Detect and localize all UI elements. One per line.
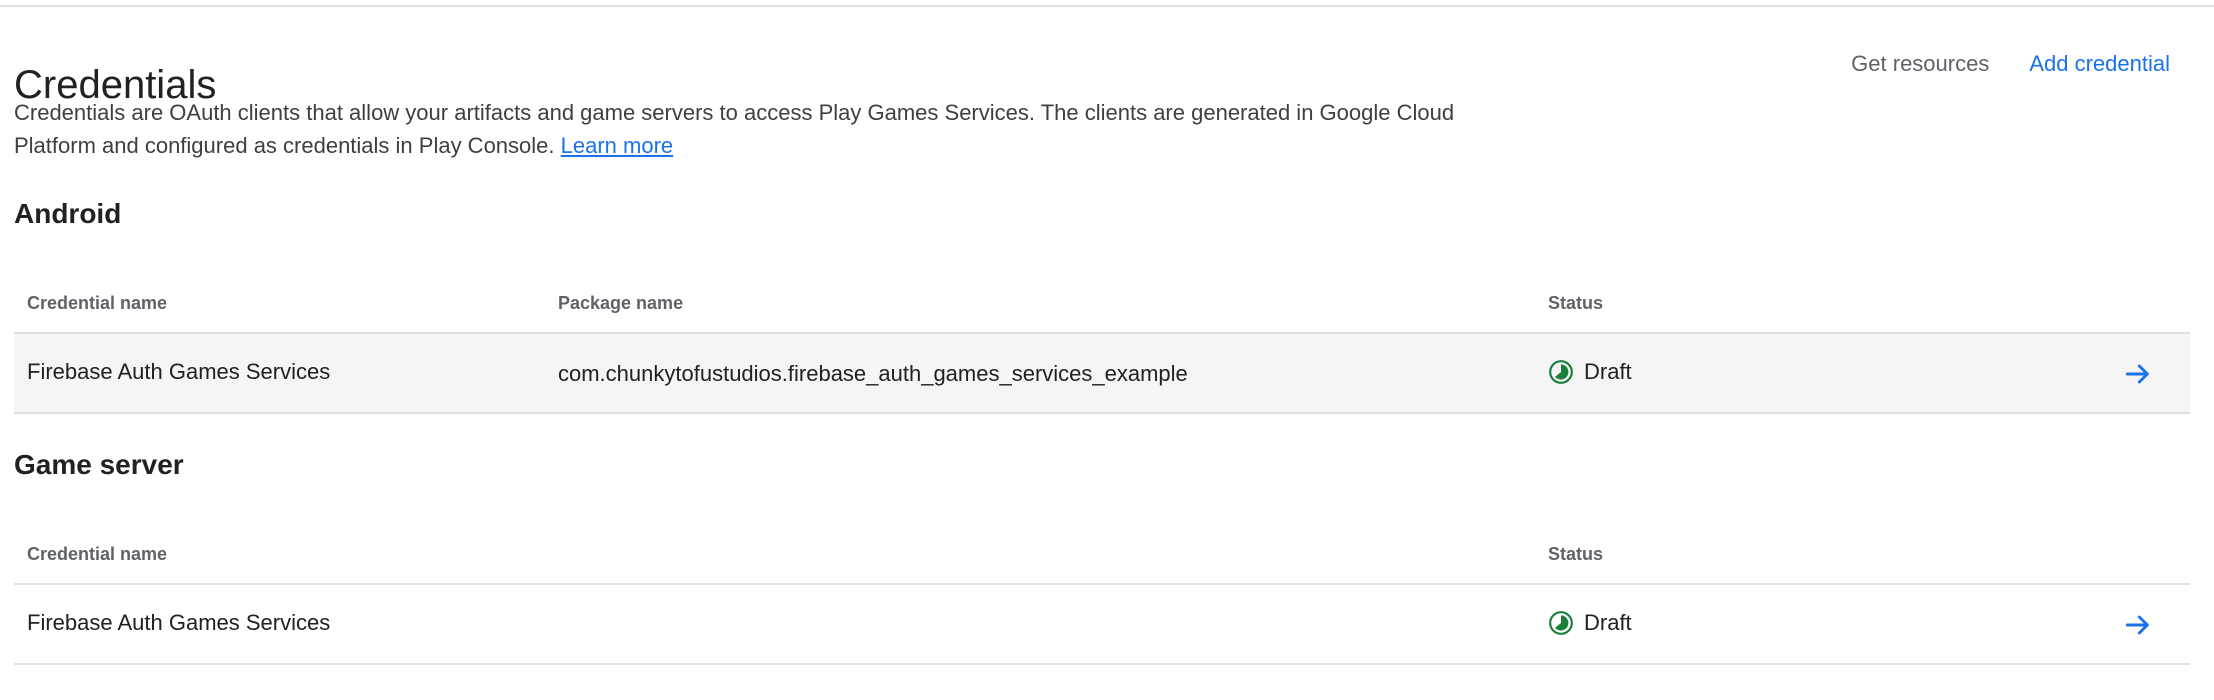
top-divider bbox=[0, 5, 2214, 7]
draft-status-icon bbox=[1549, 360, 1573, 384]
status-cell: Draft bbox=[1548, 356, 1632, 388]
status-text: Draft bbox=[1584, 359, 1632, 384]
android-credentials-table: Credential name Package name Status Fire… bbox=[14, 274, 2190, 414]
column-header-status: Status bbox=[1548, 544, 1604, 564]
add-credential-button[interactable]: Add credential bbox=[2029, 48, 2170, 80]
arrow-right-icon[interactable] bbox=[2122, 358, 2154, 390]
android-section-title: Android bbox=[14, 198, 122, 229]
status-text: Draft bbox=[1584, 610, 1632, 635]
column-header-package-name: Package name bbox=[558, 293, 684, 313]
credential-name: Firebase Auth Games Services bbox=[27, 359, 331, 384]
column-header-status: Status bbox=[1548, 293, 1604, 313]
table-header: Credential name Status bbox=[14, 525, 2190, 585]
intro-text: Credentials are OAuth clients that allow… bbox=[14, 100, 1455, 158]
draft-status-icon bbox=[1549, 611, 1573, 635]
game-server-section-title: Game server bbox=[14, 449, 184, 480]
status-cell: Draft bbox=[1548, 607, 1632, 639]
intro-description: Credentials are OAuth clients that allow… bbox=[14, 96, 1514, 162]
get-resources-button[interactable]: Get resources bbox=[1851, 48, 1989, 80]
game-server-credentials-table: Credential name Status Firebase Auth Gam… bbox=[14, 525, 2190, 665]
column-header-credential-name: Credential name bbox=[27, 293, 168, 313]
learn-more-link[interactable]: Learn more bbox=[561, 133, 674, 158]
package-name: com.chunkytofustudios.firebase_auth_game… bbox=[558, 361, 1188, 386]
arrow-right-icon[interactable] bbox=[2122, 609, 2154, 641]
column-header-credential-name: Credential name bbox=[27, 544, 168, 564]
table-header: Credential name Package name Status bbox=[14, 274, 2190, 334]
credential-name: Firebase Auth Games Services bbox=[27, 610, 331, 635]
header-actions: Get resources Add credential bbox=[1851, 48, 2170, 80]
table-row[interactable]: Firebase Auth Games Services com.chunkyt… bbox=[14, 334, 2190, 414]
table-row[interactable]: Firebase Auth Games Services Draft bbox=[14, 585, 2190, 665]
